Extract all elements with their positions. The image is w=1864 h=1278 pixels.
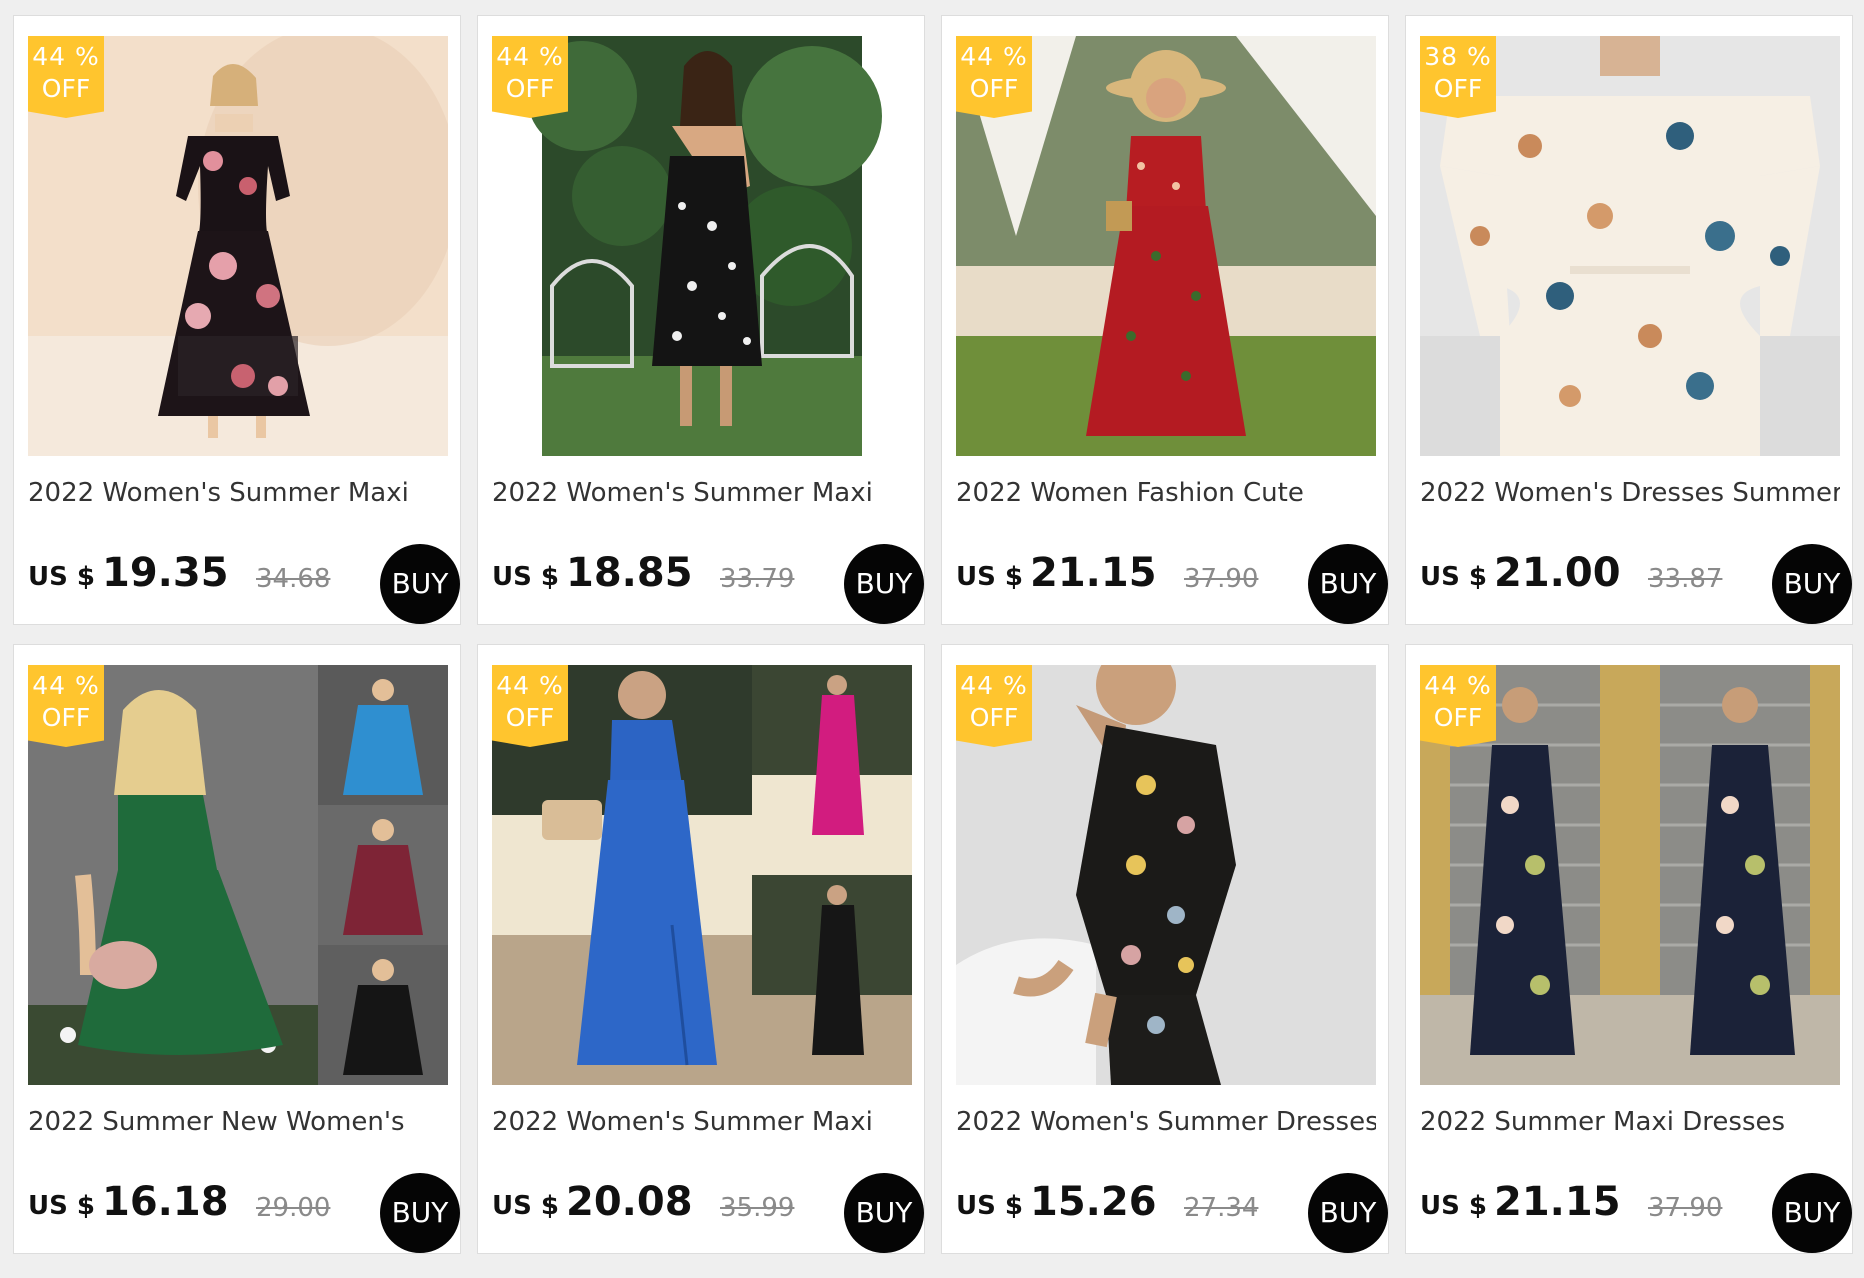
original-price: 29.00 (256, 1193, 331, 1223)
discount-badge: 44 % OFF (28, 665, 104, 747)
discount-off-label: OFF (969, 74, 1019, 103)
product-grid: 44 % OFF 2022 Women's Summer Maxi US $ 1… (0, 0, 1864, 1278)
product-title[interactable]: 2022 Women's Summer Maxi (492, 474, 912, 518)
discount-badge: 44 % OFF (28, 36, 104, 118)
price-row: US $ 18.85 33.79 BUY (492, 544, 924, 624)
discount-percent: 44 % (1424, 671, 1492, 700)
discount-percent: 44 % (960, 671, 1028, 700)
buy-button[interactable]: BUY (844, 1173, 924, 1253)
discount-off-label: OFF (1433, 74, 1483, 103)
currency-label: US $ (492, 562, 559, 592)
original-price: 27.34 (1184, 1193, 1259, 1223)
product-image[interactable]: 44 % OFF (28, 36, 448, 456)
product-title[interactable]: 2022 Women Fashion Cute (956, 474, 1376, 518)
currency-label: US $ (956, 1191, 1023, 1221)
product-image[interactable]: 44 % OFF (492, 36, 912, 456)
currency-label: US $ (1420, 562, 1487, 592)
currency-label: US $ (1420, 1191, 1487, 1221)
product-card[interactable]: 44 % OFF 2022 Women's Summer Dresses US … (941, 644, 1389, 1254)
sale-price: 21.15 (1494, 1179, 1621, 1225)
product-image[interactable]: 44 % OFF (956, 36, 1376, 456)
buy-button[interactable]: BUY (380, 1173, 460, 1253)
price-row: US $ 21.15 37.90 BUY (1420, 1173, 1852, 1253)
original-price: 35.99 (720, 1193, 795, 1223)
discount-percent: 44 % (32, 671, 100, 700)
sale-price: 18.85 (566, 550, 693, 596)
product-title[interactable]: 2022 Summer New Women's (28, 1103, 448, 1147)
currency-label: US $ (28, 562, 95, 592)
buy-button[interactable]: BUY (1772, 544, 1852, 624)
discount-percent: 44 % (32, 42, 100, 71)
price-row: US $ 21.15 37.90 BUY (956, 544, 1388, 624)
product-image[interactable]: 44 % OFF (492, 665, 912, 1085)
discount-percent: 44 % (496, 671, 564, 700)
discount-badge: 44 % OFF (956, 665, 1032, 747)
sale-price: 20.08 (566, 1179, 693, 1225)
discount-off-label: OFF (969, 703, 1019, 732)
product-image[interactable]: 38 % OFF (1420, 36, 1840, 456)
discount-badge: 44 % OFF (1420, 665, 1496, 747)
buy-button[interactable]: BUY (1772, 1173, 1852, 1253)
discount-percent: 44 % (496, 42, 564, 71)
buy-button[interactable]: BUY (1308, 1173, 1388, 1253)
discount-off-label: OFF (505, 703, 555, 732)
product-card[interactable]: 44 % OFF 2022 Women's Summer Maxi US $ 1… (477, 15, 925, 625)
buy-button[interactable]: BUY (1308, 544, 1388, 624)
price-row: US $ 16.18 29.00 BUY (28, 1173, 460, 1253)
discount-badge: 44 % OFF (956, 36, 1032, 118)
product-card[interactable]: 44 % OFF 2022 Women Fashion Cute US $ 21… (941, 15, 1389, 625)
discount-off-label: OFF (41, 74, 91, 103)
sale-price: 16.18 (102, 1179, 229, 1225)
currency-label: US $ (956, 562, 1023, 592)
price-row: US $ 21.00 33.87 BUY (1420, 544, 1852, 624)
original-price: 33.87 (1648, 564, 1723, 594)
product-title[interactable]: 2022 Women's Summer Maxi (28, 474, 448, 518)
product-card[interactable]: 44 % OFF 2022 Women's Summer Maxi US $ 1… (13, 15, 461, 625)
product-title[interactable]: 2022 Women's Summer Maxi (492, 1103, 912, 1147)
sale-price: 21.15 (1030, 550, 1157, 596)
product-title[interactable]: 2022 Women's Dresses Summer (1420, 474, 1840, 518)
discount-badge: 38 % OFF (1420, 36, 1496, 118)
sale-price: 15.26 (1030, 1179, 1157, 1225)
price-row: US $ 20.08 35.99 BUY (492, 1173, 924, 1253)
discount-off-label: OFF (41, 703, 91, 732)
discount-badge: 44 % OFF (492, 36, 568, 118)
product-card[interactable]: 44 % OFF 2022 Summer New Women's US $ 16… (13, 644, 461, 1254)
product-card[interactable]: 38 % OFF 2022 Women's Dresses Summer US … (1405, 15, 1853, 625)
price-row: US $ 19.35 34.68 BUY (28, 544, 460, 624)
sale-price: 19.35 (102, 550, 229, 596)
price-row: US $ 15.26 27.34 BUY (956, 1173, 1388, 1253)
discount-off-label: OFF (505, 74, 555, 103)
discount-percent: 44 % (960, 42, 1028, 71)
product-title[interactable]: 2022 Summer Maxi Dresses (1420, 1103, 1840, 1147)
buy-button[interactable]: BUY (380, 544, 460, 624)
original-price: 34.68 (256, 564, 331, 594)
discount-off-label: OFF (1433, 703, 1483, 732)
original-price: 37.90 (1184, 564, 1259, 594)
product-image[interactable]: 44 % OFF (1420, 665, 1840, 1085)
currency-label: US $ (28, 1191, 95, 1221)
product-image[interactable]: 44 % OFF (956, 665, 1376, 1085)
original-price: 37.90 (1648, 1193, 1723, 1223)
discount-badge: 44 % OFF (492, 665, 568, 747)
product-card[interactable]: 44 % OFF 2022 Women's Summer Maxi US $ 2… (477, 644, 925, 1254)
sale-price: 21.00 (1494, 550, 1621, 596)
product-title[interactable]: 2022 Women's Summer Dresses (956, 1103, 1376, 1147)
discount-percent: 38 % (1424, 42, 1492, 71)
product-image[interactable]: 44 % OFF (28, 665, 448, 1085)
original-price: 33.79 (720, 564, 795, 594)
buy-button[interactable]: BUY (844, 544, 924, 624)
product-card[interactable]: 44 % OFF 2022 Summer Maxi Dresses US $ 2… (1405, 644, 1853, 1254)
currency-label: US $ (492, 1191, 559, 1221)
